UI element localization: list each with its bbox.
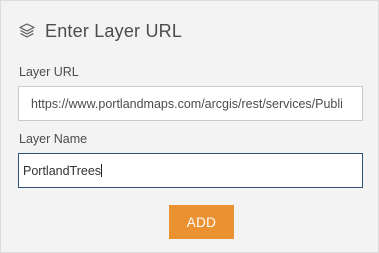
panel-header: Enter Layer URL	[18, 19, 182, 43]
layer-url-value: https://www.portlandmaps.com/arcgis/rest…	[31, 96, 343, 111]
add-layer-panel: Enter Layer URL Layer URL https://www.po…	[0, 0, 379, 253]
layer-name-label: Layer Name	[19, 132, 88, 146]
add-button[interactable]: ADD	[169, 205, 234, 239]
layers-icon	[18, 22, 36, 40]
layer-url-input[interactable]: https://www.portlandmaps.com/arcgis/rest…	[18, 86, 363, 121]
layer-name-value: PortlandTrees	[23, 163, 102, 178]
layer-name-input[interactable]: PortlandTrees	[18, 153, 363, 188]
text-caret	[101, 164, 103, 177]
panel-title: Enter Layer URL	[45, 20, 183, 41]
layer-url-label: Layer URL	[19, 65, 79, 79]
